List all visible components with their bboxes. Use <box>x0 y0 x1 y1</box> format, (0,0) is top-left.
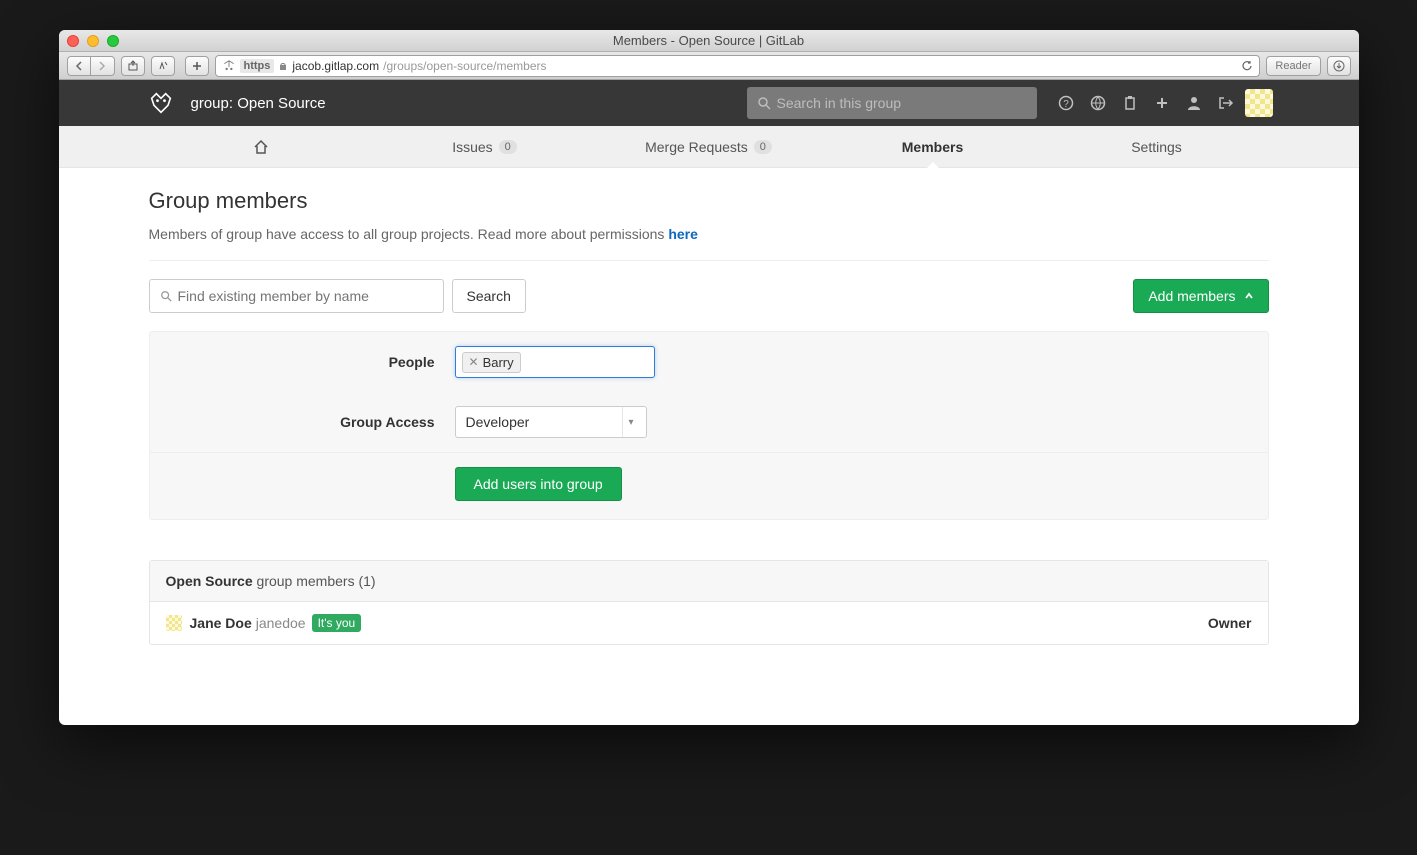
lock-icon <box>278 61 288 71</box>
filter-row: Search Add members <box>149 279 1269 313</box>
user-avatar[interactable] <box>1245 89 1273 117</box>
search-button[interactable]: Search <box>452 279 526 313</box>
add-members-button[interactable]: Add members <box>1133 279 1268 313</box>
window-title: Members - Open Source | GitLab <box>59 33 1359 48</box>
submit-row: Add users into group <box>150 452 1268 519</box>
member-search-input[interactable] <box>178 288 433 304</box>
member-row: Jane Doe janedoe It's you Owner <box>150 602 1268 644</box>
app-header: group: Open Source Search in this group … <box>59 80 1359 126</box>
token-label: Barry <box>483 355 514 370</box>
search-icon <box>757 96 771 110</box>
mr-count-badge: 0 <box>754 140 772 154</box>
tab-mr-label: Merge Requests <box>645 139 748 155</box>
signout-icon[interactable] <box>1217 94 1235 112</box>
svg-text:?: ? <box>1063 99 1069 110</box>
page-desc-text: Members of group have access to all grou… <box>149 226 669 242</box>
its-you-badge: It's you <box>312 614 362 632</box>
people-text-input[interactable] <box>525 355 648 370</box>
group-tabs: Issues 0 Merge Requests 0 Members Settin… <box>59 126 1359 168</box>
clipboard-icon[interactable] <box>1121 94 1139 112</box>
window-titlebar: Members - Open Source | GitLab <box>59 30 1359 52</box>
members-list-header: Open Source group members (1) <box>150 561 1268 602</box>
chevron-down-icon: ▾ <box>622 407 640 437</box>
add-members-panel: People ✕ Barry Group Access Developer ▾ … <box>149 331 1269 520</box>
inspector-button[interactable] <box>151 56 175 76</box>
tab-issues-label: Issues <box>452 139 492 155</box>
tab-members-label: Members <box>902 139 963 155</box>
member-name[interactable]: Jane Doe <box>190 615 252 631</box>
page-description: Members of group have access to all grou… <box>149 226 1269 261</box>
url-bar[interactable]: https jacob.gitlap.com/groups/open-sourc… <box>215 55 1261 77</box>
member-avatar <box>166 615 182 631</box>
access-label: Group Access <box>170 414 455 430</box>
access-row: Group Access Developer ▾ <box>150 392 1268 452</box>
people-label: People <box>170 354 455 370</box>
tab-issues[interactable]: Issues 0 <box>373 126 597 167</box>
header-title: group: Open Source <box>191 95 326 112</box>
share-button[interactable] <box>121 56 145 76</box>
members-heading-suffix: group members <box>257 573 355 589</box>
browser-window: Members - Open Source | GitLab https jac… <box>59 30 1359 725</box>
tab-merge-requests[interactable]: Merge Requests 0 <box>597 126 821 167</box>
site-icon <box>222 59 236 73</box>
reader-button[interactable]: Reader <box>1266 56 1320 76</box>
members-group-name: Open Source <box>166 573 253 589</box>
header-search[interactable]: Search in this group <box>747 87 1037 119</box>
home-icon <box>253 139 269 155</box>
member-role: Owner <box>1208 615 1252 631</box>
tab-members[interactable]: Members <box>821 126 1045 167</box>
add-users-button[interactable]: Add users into group <box>455 467 622 501</box>
members-list-panel: Open Source group members (1) Jane Doe j… <box>149 560 1269 645</box>
new-tab-button[interactable] <box>185 56 209 76</box>
page-content: Group members Members of group have acce… <box>149 168 1269 725</box>
search-icon <box>160 290 172 302</box>
permissions-link[interactable]: here <box>668 226 698 242</box>
page-title: Group members <box>149 188 1269 214</box>
user-icon[interactable] <box>1185 94 1203 112</box>
tab-home[interactable] <box>149 126 373 167</box>
people-token: ✕ Barry <box>462 352 521 373</box>
tab-settings-label: Settings <box>1131 139 1182 155</box>
globe-icon[interactable] <box>1089 94 1107 112</box>
chevron-up-icon <box>1244 291 1254 301</box>
remove-token-icon[interactable]: ✕ <box>469 355 479 369</box>
url-scheme: https <box>240 59 275 73</box>
help-icon[interactable]: ? <box>1057 94 1075 112</box>
nav-buttons <box>67 56 115 76</box>
members-count: (1) <box>358 573 375 589</box>
tab-settings[interactable]: Settings <box>1045 126 1269 167</box>
issues-count-badge: 0 <box>499 140 517 154</box>
people-row: People ✕ Barry <box>150 332 1268 392</box>
people-input[interactable]: ✕ Barry <box>455 346 655 378</box>
header-search-placeholder: Search in this group <box>777 95 902 111</box>
select-value: Developer <box>466 414 530 430</box>
member-search-field[interactable] <box>149 279 444 313</box>
forward-button[interactable] <box>91 56 115 76</box>
plus-icon[interactable] <box>1153 94 1171 112</box>
add-members-label: Add members <box>1148 288 1235 304</box>
url-host: jacob.gitlap.com <box>292 59 379 73</box>
gitlab-logo-icon[interactable] <box>145 87 177 119</box>
url-path: /groups/open-source/members <box>383 59 546 73</box>
group-access-select[interactable]: Developer ▾ <box>455 406 647 438</box>
reload-icon[interactable] <box>1241 60 1253 72</box>
member-username: janedoe <box>256 615 306 631</box>
browser-toolbar: https jacob.gitlap.com/groups/open-sourc… <box>59 52 1359 80</box>
header-icons: ? <box>1057 94 1235 112</box>
downloads-button[interactable] <box>1327 56 1351 76</box>
back-button[interactable] <box>67 56 91 76</box>
